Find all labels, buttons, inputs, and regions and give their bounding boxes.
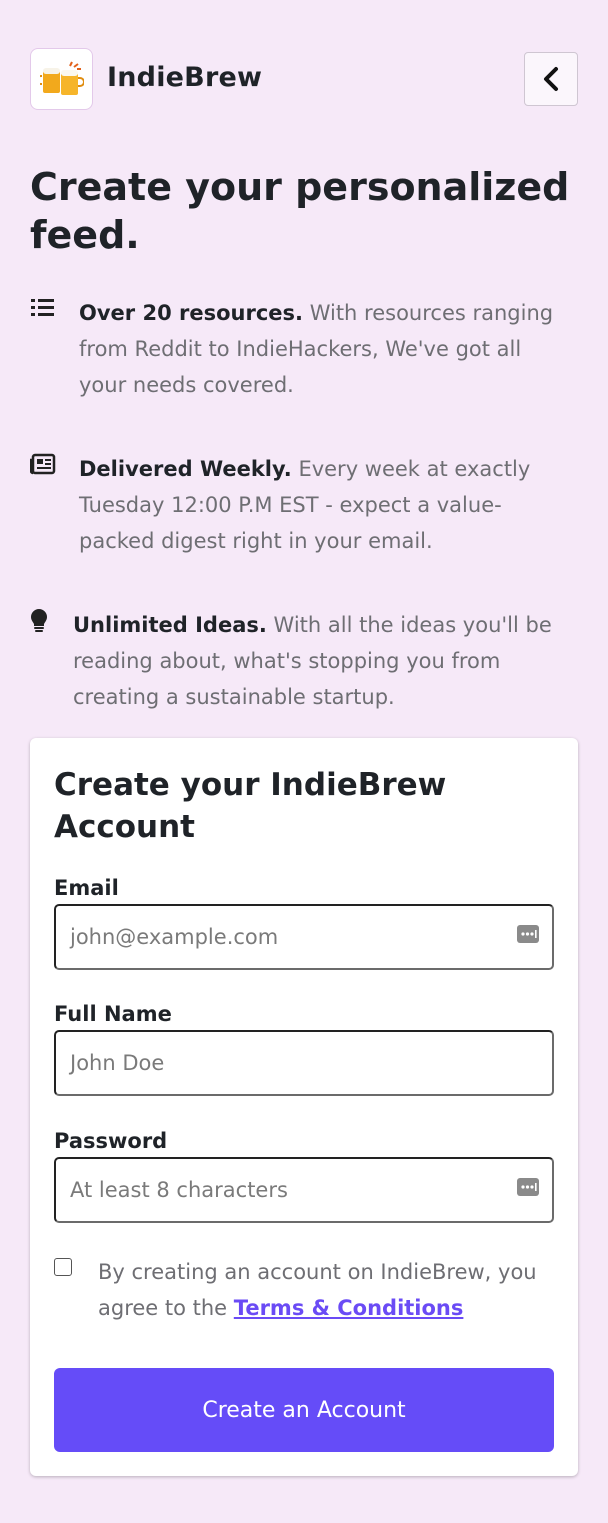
brand-name: IndieBrew	[107, 62, 263, 93]
signup-page: IndieBrew Create your personalized feed.…	[0, 0, 608, 1523]
full-name-field[interactable]: John Doe	[54, 1030, 554, 1096]
back-button[interactable]	[524, 52, 578, 106]
password-label: Password	[54, 1129, 168, 1153]
full-name-label: Full Name	[54, 1002, 172, 1026]
newspaper-icon	[30, 453, 56, 475]
full-name-placeholder: John Doe	[70, 1051, 165, 1075]
email-field[interactable]: john@example.com	[54, 904, 554, 970]
lightbulb-icon	[31, 609, 47, 632]
feature-title: Unlimited Ideas.	[73, 613, 267, 637]
beer-mugs-icon	[39, 61, 84, 95]
feature-text: Delivered Weekly. Every week at exactly …	[79, 451, 549, 559]
password-field[interactable]: At least 8 characters	[54, 1157, 554, 1223]
chevron-left-icon	[544, 67, 558, 91]
feature-title: Over 20 resources.	[79, 301, 303, 325]
password-manager-icon[interactable]	[517, 924, 539, 944]
page-title: Create your personalized feed.	[30, 165, 570, 257]
email-placeholder: john@example.com	[70, 925, 279, 949]
feature-text: Unlimited Ideas. With all the ideas you'…	[73, 607, 563, 715]
terms-text: By creating an account on IndieBrew, you…	[98, 1254, 548, 1326]
feature-title: Delivered Weekly.	[79, 457, 292, 481]
list-icon	[31, 299, 54, 316]
create-account-button[interactable]: Create an Account	[54, 1368, 554, 1452]
terms-checkbox[interactable]	[54, 1258, 72, 1276]
logo[interactable]	[30, 48, 93, 110]
header: IndieBrew	[30, 48, 578, 110]
form-title: Create your IndieBrew Account	[54, 767, 447, 845]
email-label: Email	[54, 876, 119, 900]
password-manager-icon[interactable]	[517, 1177, 539, 1197]
terms-link[interactable]: Terms & Conditions	[234, 1296, 464, 1320]
feature-text: Over 20 resources. With resources rangin…	[79, 295, 559, 403]
password-placeholder: At least 8 characters	[70, 1178, 288, 1202]
signup-card: Create your IndieBrew Account Email john…	[30, 738, 578, 1476]
